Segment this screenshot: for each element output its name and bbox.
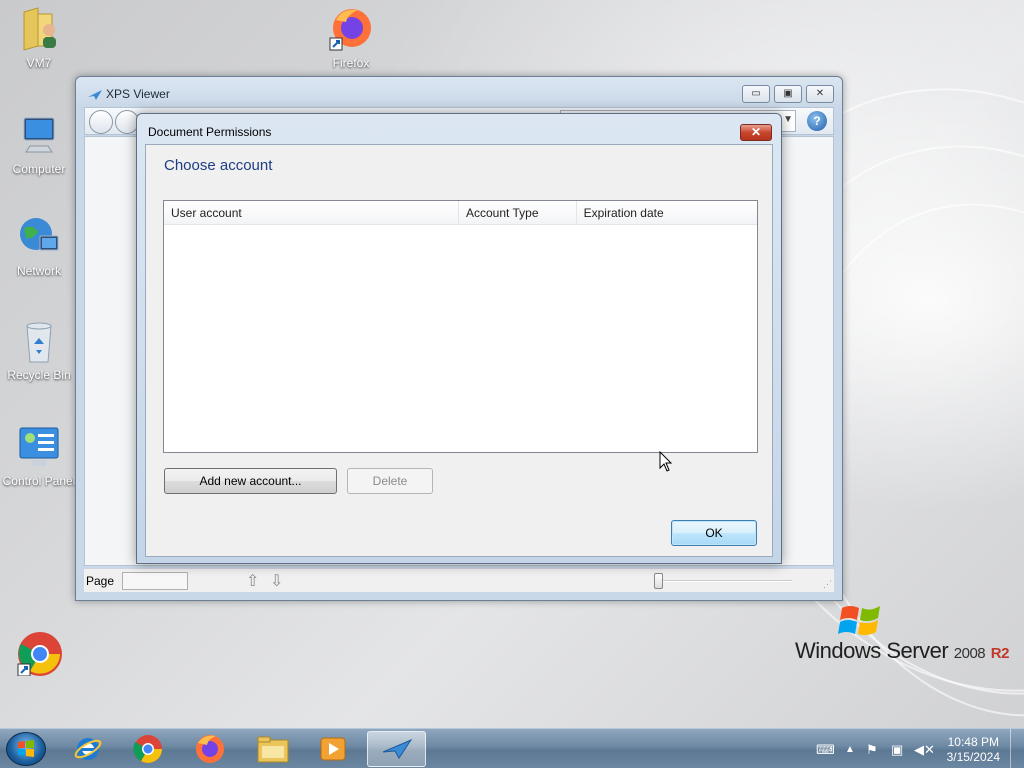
close-button[interactable]: ✕ xyxy=(806,85,834,103)
desktop-icon-firefox[interactable]: Firefox xyxy=(313,6,389,70)
dialog-heading: Choose account xyxy=(164,157,273,174)
internet-explorer-icon xyxy=(74,738,102,760)
add-new-account-button[interactable]: Add new account... xyxy=(164,468,337,494)
taskbar-file-explorer[interactable] xyxy=(245,731,301,767)
window-title: XPS Viewer xyxy=(106,87,170,101)
network-icon xyxy=(16,214,62,260)
back-button[interactable] xyxy=(89,110,113,134)
windows-logo-icon xyxy=(18,740,34,757)
windows-logo-icon xyxy=(838,606,880,636)
column-header-account-type[interactable]: Account Type xyxy=(459,201,577,225)
action-center-flag-icon[interactable]: ⚑ xyxy=(866,742,878,758)
firefox-icon xyxy=(196,735,224,763)
taskbar-internet-explorer[interactable] xyxy=(60,731,116,767)
os-edition: R2 xyxy=(990,645,1010,662)
caption-buttons: ▭ ▣ ✕ xyxy=(742,85,834,103)
volume-muted-icon[interactable]: ◀✕ xyxy=(914,742,935,758)
clock-date: 3/15/2024 xyxy=(946,750,1000,764)
taskbar-chrome[interactable] xyxy=(120,731,176,767)
next-page-icon[interactable]: ⇩ xyxy=(270,571,283,591)
start-button[interactable] xyxy=(6,732,46,766)
chrome-icon xyxy=(133,735,162,763)
taskbar-xps-viewer[interactable] xyxy=(367,731,426,767)
previous-page-icon[interactable]: ⇧ xyxy=(246,571,259,591)
desktop-icon-network[interactable]: Network xyxy=(1,214,77,278)
desktop-icon-label: VM7 xyxy=(26,56,52,70)
media-player-icon xyxy=(320,737,346,761)
ok-button[interactable]: OK xyxy=(671,520,757,546)
xps-viewer-icon xyxy=(88,90,102,100)
document-permissions-dialog: Document Permissions ✕ Choose account Us… xyxy=(136,113,782,564)
desktop-icon-label: Control Panel xyxy=(2,474,76,488)
minimize-button[interactable]: ▭ xyxy=(742,85,770,103)
desktop-icon-label: Firefox xyxy=(332,56,370,70)
taskbar-firefox[interactable] xyxy=(182,731,238,767)
desktop-icon-computer[interactable]: Computer xyxy=(1,112,77,176)
page-label: Page xyxy=(86,574,115,588)
zoom-slider-thumb[interactable] xyxy=(654,573,663,589)
resize-grip-icon[interactable]: ⋰ xyxy=(823,579,832,590)
taskbar-media-player[interactable] xyxy=(305,731,361,767)
taskbar: ⌨ ▲ ⚑ ▣ ◀✕ 10:48 PM 3/15/2024 xyxy=(0,728,1024,768)
control-panel-icon xyxy=(16,424,62,470)
user-folder-icon xyxy=(16,6,62,52)
keyboard-icon[interactable]: ⌨ xyxy=(816,742,835,758)
xps-viewer-icon xyxy=(382,738,412,759)
clock-time: 10:48 PM xyxy=(947,735,999,749)
computer-icon xyxy=(16,112,62,158)
desktop-icon-control-panel[interactable]: Control Panel xyxy=(1,424,77,488)
mouse-cursor-icon xyxy=(659,451,673,472)
help-icon[interactable]: ? xyxy=(807,111,827,131)
desktop-icon-recycle-bin[interactable]: Recycle Bin xyxy=(1,318,77,382)
status-bar: Page ⇧ ⇩ ⋰ xyxy=(84,568,834,592)
chevron-down-icon[interactable]: ▼ xyxy=(783,114,793,125)
column-header-user-account[interactable]: User account xyxy=(164,201,459,225)
os-version: 2008 xyxy=(953,645,986,662)
system-clock[interactable]: 10:48 PM 3/15/2024 xyxy=(947,735,1000,765)
desktop-icon-label: Computer xyxy=(12,162,66,176)
account-list[interactable]: User account Account Type Expiration dat… xyxy=(163,200,758,453)
dialog-title: Document Permissions xyxy=(148,125,272,139)
chrome-icon xyxy=(16,630,62,677)
column-header-expiration-date[interactable]: Expiration date xyxy=(577,201,757,225)
show-desktop-button[interactable] xyxy=(1010,729,1024,768)
network-status-icon[interactable]: ▣ xyxy=(891,742,903,758)
dialog-body: Choose account User account Account Type… xyxy=(145,144,773,557)
os-name: Windows Server xyxy=(795,638,949,663)
account-list-header: User account Account Type Expiration dat… xyxy=(164,201,757,225)
maximize-button[interactable]: ▣ xyxy=(774,85,802,103)
close-button[interactable]: ✕ xyxy=(740,124,772,141)
show-hidden-icons-icon[interactable]: ▲ xyxy=(845,744,855,755)
desktop-icon-label: Network xyxy=(16,264,61,278)
recycle-bin-icon xyxy=(16,318,62,364)
windows-server-logo: Windows Server 2008 R2 xyxy=(795,638,1009,664)
delete-button[interactable]: Delete xyxy=(347,468,433,494)
desktop-icon-vm7[interactable]: VM7 xyxy=(1,6,77,70)
page-number-input[interactable] xyxy=(122,572,188,590)
desktop-icon-label: Recycle Bin xyxy=(7,368,71,382)
firefox-icon xyxy=(328,6,374,52)
desktop-icon-chrome[interactable] xyxy=(1,630,77,680)
file-explorer-icon xyxy=(257,736,289,763)
zoom-slider-track[interactable] xyxy=(660,580,792,582)
